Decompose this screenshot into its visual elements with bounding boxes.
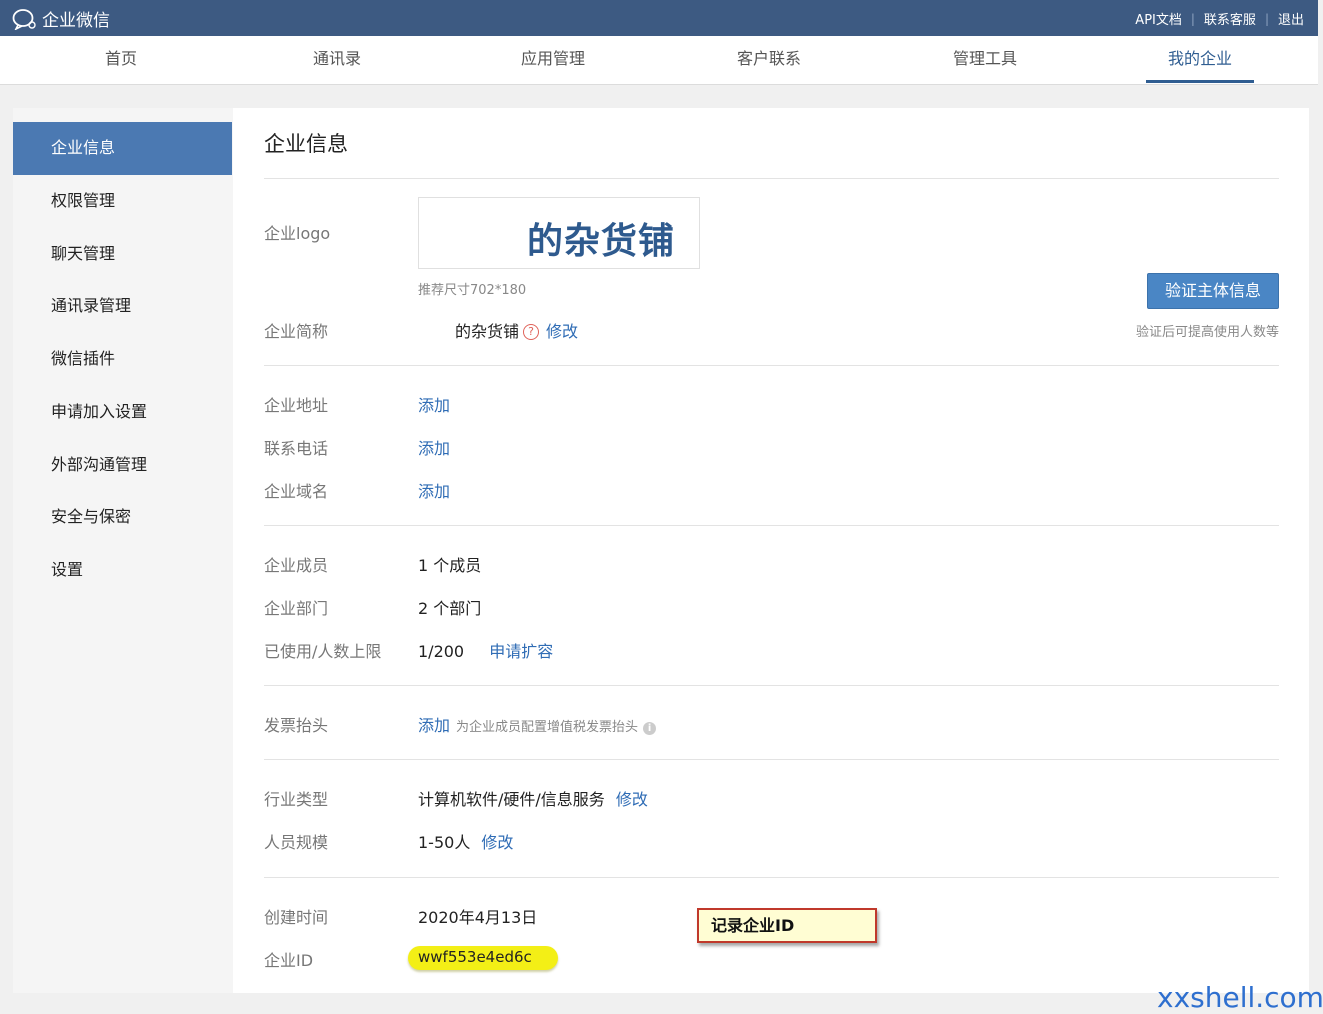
scale-label: 人员规模 [264,833,329,852]
sidebar-item-settings[interactable]: 设置 [13,544,232,597]
brand-name: 企业微信 [42,11,110,31]
top-bar: 企业微信 API文档 | 联系客服 | 退出 [0,0,1318,36]
sidebar-item-chat[interactable]: 聊天管理 [13,228,232,281]
logout-link[interactable]: 退出 [1278,9,1304,28]
watermark: xxshell.com [1157,981,1323,1014]
scale-edit-link[interactable]: 修改 [481,833,513,852]
sidebar-item-enterprise-info[interactable]: 企业信息 [13,122,232,175]
created-label: 创建时间 [264,908,329,927]
domain-label: 企业域名 [264,482,329,501]
created-value: 2020年4月13日 [418,908,538,927]
main-panel: 企业信息 企业logo 的杂货铺 推荐尺寸702*180 验证主体信息 验证后可… [233,108,1309,993]
corp-id-label: 企业ID [264,951,314,970]
sidebar-item-external-communication[interactable]: 外部沟通管理 [13,439,232,492]
tab-apps[interactable]: 应用管理 [498,36,608,83]
separator: | [1190,11,1195,26]
corp-id-value[interactable]: wwf553e4ed6c [418,948,532,966]
industry-label: 行业类型 [264,790,329,809]
divider [264,685,1279,686]
industry-row: 计算机软件/硬件/信息服务 修改 [418,786,648,810]
logo-size-hint: 推荐尺寸702*180 [418,283,527,298]
verify-note: 验证后可提高使用人数等 [1135,325,1279,340]
invoice-note: 为企业成员配置增值税发票抬头 [456,720,639,735]
tab-my-enterprise[interactable]: 我的企业 [1146,36,1254,83]
sidebar-item-join-settings[interactable]: 申请加入设置 [13,386,232,439]
sidebar: 企业信息 权限管理 聊天管理 通讯录管理 微信插件 申请加入设置 外部沟通管理 … [13,108,233,993]
contact-support-link[interactable]: 联系客服 [1204,9,1256,28]
members-value: 1 个成员 [418,556,482,575]
usage-label: 已使用/人数上限 [264,642,382,661]
short-name-row: 的杂货铺? 修改 [455,318,578,342]
page-title: 企业信息 [264,132,348,156]
enterprise-logo[interactable]: 的杂货铺 [418,197,700,269]
divider [264,178,1279,179]
tab-contacts[interactable]: 通讯录 [282,36,392,83]
divider [264,759,1279,760]
scale-value: 1-50人 [418,833,471,852]
verify-entity-button[interactable]: 验证主体信息 [1147,273,1279,309]
invoice-label: 发票抬头 [264,716,329,735]
info-icon[interactable]: i [643,722,657,735]
invoice-row: 添加 为企业成员配置增值税发票抬头 i [418,712,657,736]
tab-home[interactable]: 首页 [66,36,176,83]
request-expansion-link[interactable]: 申请扩容 [489,642,553,661]
departments-value: 2 个部门 [418,599,482,618]
help-icon[interactable]: ? [523,324,540,340]
corp-id-highlight: wwf553e4ed6c [408,946,558,970]
separator: | [1264,11,1269,26]
content-card: 企业信息 权限管理 聊天管理 通讯录管理 微信插件 申请加入设置 外部沟通管理 … [13,108,1309,993]
industry-edit-link[interactable]: 修改 [616,790,648,809]
usage-value: 1/200 [418,642,465,661]
address-add-link[interactable]: 添加 [418,392,450,416]
logo-text: 的杂货铺 [527,221,676,262]
divider [264,877,1279,878]
short-name-value: 的杂货铺 [455,322,520,341]
main-nav: 首页 通讯录 应用管理 客户联系 管理工具 我的企业 [0,36,1318,85]
divider [264,365,1279,366]
sidebar-item-contacts-management[interactable]: 通讯录管理 [13,280,232,333]
tab-customer-contact[interactable]: 客户联系 [714,36,824,83]
usage-row: 1/200 申请扩容 [418,638,553,662]
sidebar-item-permissions[interactable]: 权限管理 [13,175,232,228]
top-links: API文档 | 联系客服 | 退出 [1135,9,1304,29]
logo-label: 企业logo [264,224,331,243]
annotation-callout: 记录企业ID [697,908,877,943]
short-name-label: 企业简称 [264,322,329,341]
address-label: 企业地址 [264,396,329,415]
api-docs-link[interactable]: API文档 [1135,9,1182,28]
scale-row: 1-50人 修改 [418,829,513,853]
phone-label: 联系电话 [264,439,329,458]
members-label: 企业成员 [264,556,329,575]
tab-management-tools[interactable]: 管理工具 [930,36,1040,83]
divider [264,525,1279,526]
domain-add-link[interactable]: 添加 [418,478,450,502]
brand[interactable]: 企业微信 [12,6,110,31]
short-name-edit-link[interactable]: 修改 [546,322,578,341]
departments-label: 企业部门 [264,599,329,618]
sidebar-item-wechat-plugin[interactable]: 微信插件 [13,333,232,386]
wecom-logo-icon [12,8,36,30]
sidebar-item-security[interactable]: 安全与保密 [13,491,232,544]
invoice-add-link[interactable]: 添加 [418,716,450,735]
phone-add-link[interactable]: 添加 [418,435,450,459]
industry-value: 计算机软件/硬件/信息服务 [418,790,605,809]
